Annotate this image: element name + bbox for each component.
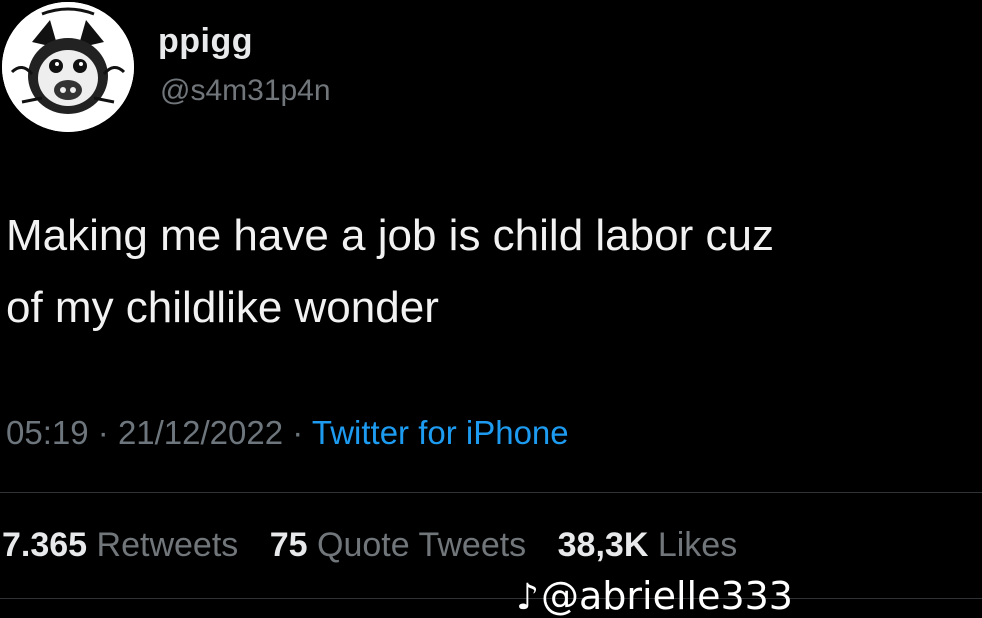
tweet-meta: 05:19 · 21/12/2022 · Twitter for iPhone [6, 414, 569, 452]
quote-tweets-label[interactable]: Quote Tweets [317, 526, 526, 564]
tweet-text: Making me have a job is child labor cuz … [6, 200, 982, 344]
meta-separator: · [292, 414, 304, 451]
tweet-date[interactable]: 21/12/2022 [118, 414, 283, 451]
retweets-count[interactable]: 7.365 [2, 526, 87, 564]
divider [0, 492, 982, 493]
tiktok-icon: ♪ [516, 577, 539, 618]
watermark-text: @abrielle333 [540, 574, 793, 618]
tweet-text-line: of my childlike wonder [6, 283, 439, 332]
tweet-stats: 7.365 Retweets 75 Quote Tweets 38,3K Lik… [2, 526, 759, 565]
avatar[interactable] [2, 2, 134, 132]
author-handle[interactable]: @s4m31p4n [160, 74, 331, 108]
cartoon-pig-avatar-icon [2, 2, 134, 132]
tiktok-watermark: ♪@abrielle333 [516, 574, 793, 618]
author-display-name[interactable]: ppigg [158, 22, 253, 61]
quote-tweets-count[interactable]: 75 [270, 526, 308, 564]
tweet-text-line: Making me have a job is child labor cuz [6, 211, 774, 260]
meta-separator: · [97, 414, 109, 451]
tweet-time[interactable]: 05:19 [6, 414, 89, 451]
likes-label[interactable]: Likes [658, 526, 737, 564]
tweet-source-link[interactable]: Twitter for iPhone [312, 414, 569, 451]
divider [0, 598, 982, 599]
retweets-label[interactable]: Retweets [97, 526, 239, 564]
likes-count[interactable]: 38,3K [558, 526, 649, 564]
